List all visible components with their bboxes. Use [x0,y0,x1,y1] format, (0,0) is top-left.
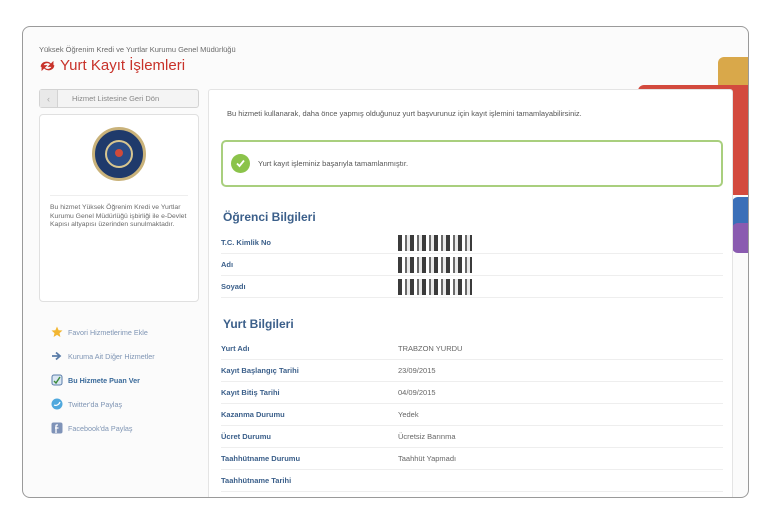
table-row: Ücret Durumu Ücretsiz Barınma [221,426,723,448]
institution-info-text: Bu hizmet Yüksek Öğrenim Kredi ve Yurtla… [50,195,188,230]
field-value: Ücretsiz Barınma [398,432,456,441]
share-twitter-link[interactable]: Twitter'da Paylaş [51,392,199,416]
sidebar: ‹ Hizmet Listesine Geri Dön Bu hizmet Yü… [39,89,199,440]
chevron-left-icon: ‹ [40,90,58,107]
institution-seal-icon [92,127,146,181]
twitter-icon [51,398,63,410]
star-icon [51,326,63,338]
back-to-services-button[interactable]: ‹ Hizmet Listesine Geri Dön [39,89,199,108]
back-button-label: Hizmet Listesine Geri Dön [72,94,160,103]
table-row: Soyadı [221,276,723,298]
checkmark-icon [231,154,250,173]
field-label: Adı [221,260,234,269]
browser-frame: Yüksek Öğrenim Kredi ve Yurtlar Kurumu G… [22,26,749,498]
page-title: Yurt Kayıt İşlemleri [39,57,185,74]
field-value: TRABZON YURDU [398,344,463,353]
masked-value [398,256,472,273]
table-row: Kazanma Durumu Yedek [221,404,723,426]
add-favorite-link[interactable]: Favori Hizmetlerime Ekle [51,320,199,344]
table-row: Taahhütname Durumu Taahhüt Yapmadı [221,448,723,470]
table-row: Yurt Adı TRABZON YURDU [221,338,723,360]
service-description: Bu hizmeti kullanarak, daha önce yapmış … [227,109,582,118]
field-value: Yedek [398,410,419,419]
decor-tab [732,223,748,253]
facebook-icon [51,422,63,434]
masked-value [398,278,472,295]
masked-value [398,234,472,251]
main-content: Bu hizmeti kullanarak, daha önce yapmış … [208,89,733,497]
field-label: Soyadı [221,282,246,291]
table-row: T.C. Kimlik No [221,232,723,254]
field-label: Kazanma Durumu [221,410,285,419]
success-alert: Yurt kayıt işleminiz başarıyla tamamlanm… [221,140,723,187]
rate-service-link[interactable]: Bu Hizmete Puan Ver [51,368,199,392]
ministry-name: Yüksek Öğrenim Kredi ve Yurtlar Kurumu G… [39,45,236,54]
field-label: Yurt Adı [221,344,250,353]
field-label: T.C. Kimlik No [221,238,272,247]
institution-info-box: Bu hizmet Yüksek Öğrenim Kredi ve Yurtla… [39,114,199,302]
field-label: Taahhütname Tarihi [221,476,292,485]
dorm-info-title: Yurt Bilgileri [223,317,294,331]
field-label: Kayıt Bitiş Tarihi [221,388,280,397]
success-message: Yurt kayıt işleminiz başarıyla tamamlanm… [258,159,409,168]
table-row: Taahhütname Tarihi [221,470,723,492]
field-value: 04/09/2015 [398,388,436,397]
field-label: Ücret Durumu [221,432,272,441]
arrow-icon [51,350,63,362]
brand-logo-icon [40,60,55,71]
table-row: Kayıt Başlangıç Tarihi 23/09/2015 [221,360,723,382]
table-row: Adı [221,254,723,276]
table-row: Kayıt Bitiş Tarihi 04/09/2015 [221,382,723,404]
other-services-link[interactable]: Kuruma Ait Diğer Hizmetler [51,344,199,368]
page-title-text: Yurt Kayıt İşlemleri [60,57,186,74]
field-value: 23/09/2015 [398,366,436,375]
field-label: Kayıt Başlangıç Tarihi [221,366,299,375]
rating-icon [51,374,63,386]
student-info-title: Öğrenci Bilgileri [223,210,316,224]
field-label: Taahhütname Durumu [221,454,301,463]
field-value: Taahhüt Yapmadı [398,454,457,463]
share-facebook-link[interactable]: Facebook'da Paylaş [51,416,199,440]
sidebar-links: Favori Hizmetlerime Ekle Kuruma Ait Diğe… [39,320,199,440]
